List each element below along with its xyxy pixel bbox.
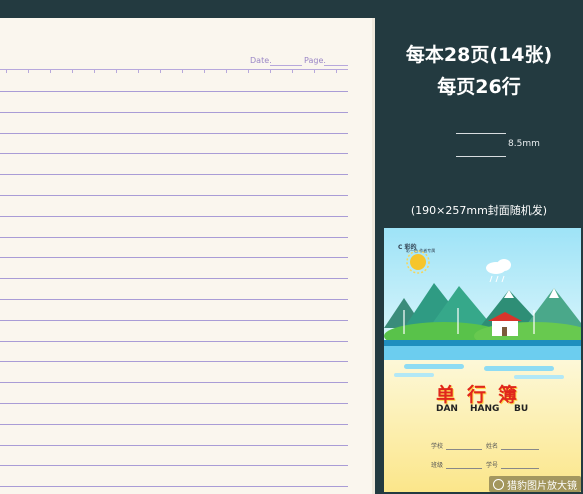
field-class-line [446,468,482,469]
cover-illustration [384,228,581,492]
ruled-line [0,111,348,113]
ruled-line [0,444,348,446]
header-tick [314,70,315,73]
ruled-line [0,465,348,467]
watermark: 猎豹图片放大镜 [489,476,581,492]
date-underline [270,65,302,66]
ruled-line [0,278,348,280]
ruled-line [0,236,348,238]
header-tick [204,70,205,73]
watermark-text: 猎豹图片放大镜 [507,480,577,492]
cover-pinyin-2: HANG [470,404,500,414]
ruled-line [0,361,348,363]
header-tick [6,70,7,73]
ruled-line [0,340,348,342]
spec-pages: 每本28页(14张) [405,44,553,66]
header-tick [292,70,293,73]
header-tick [248,70,249,73]
spec-lines: 每页26行 [437,76,521,98]
field-class-label: 班级 [431,462,444,469]
field-name-label: 姓名 [486,443,499,450]
field-number-line [501,468,539,469]
date-label: Date. [250,56,272,65]
cover-title: 单行簿 [435,384,529,406]
header-tick [270,70,271,73]
cover-note: (190×257mm封面随机发) [410,204,548,217]
ruled-line [0,132,348,134]
field-name-line [501,449,539,450]
header-tick [28,70,29,73]
header-tick [138,70,139,73]
ruled-line [0,403,348,404]
field-school-label: 学校 [431,443,444,450]
header-tick [116,70,117,73]
spacing-label: 8.5mm [508,139,540,149]
ruled-line [0,215,348,217]
ruled-line [0,174,348,176]
magnifier-icon [493,478,504,490]
page-label: Page. [304,56,326,65]
ruled-line [0,257,348,259]
cover-pinyin-1: DAN [436,404,458,414]
cover-brand-sub: 彩一色 作者专属 [406,248,436,253]
ruled-line [0,382,348,384]
ruled-line [0,319,348,321]
spacing-top-line [456,133,506,134]
ruled-line [0,423,348,425]
header-tick [226,70,227,73]
header-tick [72,70,73,73]
field-number-label: 学号 [486,462,499,469]
field-school-line [446,449,482,450]
header-tick [50,70,51,73]
cover-image: C 彩的 彩一色 作者专属 单行簿 DAN HANG BU 学校 姓名 班级 学… [384,228,581,492]
header-rule [0,69,348,70]
header-tick [336,70,337,73]
header-tick [94,70,95,73]
ruled-line [0,195,348,196]
ruled-line [0,486,348,488]
cover-pinyin-3: BU [514,404,529,414]
spacing-bottom-line [456,156,506,157]
notebook-page: Date. Page. [0,18,375,494]
header-tick [160,70,161,73]
ruled-line [0,299,348,300]
ruled-line [0,91,348,92]
header-tick [182,70,183,73]
page-underline [324,65,348,66]
ruled-line [0,153,348,155]
